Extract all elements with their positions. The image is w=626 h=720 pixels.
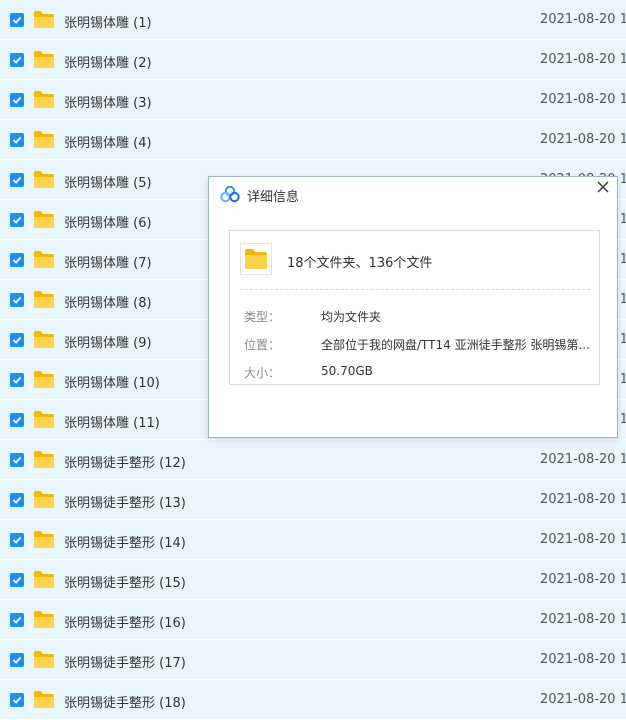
file-row[interactable]: 张明锡徒手整形 (17) 2021-08-20 10: (0, 640, 626, 680)
file-name[interactable]: 张明锡徒手整形 (15) (64, 572, 186, 591)
folder-icon (34, 531, 54, 548)
file-name[interactable]: 张明锡徒手整形 (16) (64, 612, 186, 631)
folder-icon (34, 171, 54, 188)
folder-icon (34, 291, 54, 308)
file-row[interactable]: 张明锡徒手整形 (13) 2021-08-20 10: (0, 480, 626, 520)
baidu-netdisk-logo-icon (220, 185, 240, 203)
file-row[interactable]: 张明锡体雕 (3) 2021-08-20 10: (0, 80, 626, 120)
file-row[interactable]: 张明锡体雕 (2) 2021-08-20 10: (0, 40, 626, 80)
file-name[interactable]: 张明锡体雕 (1) (64, 12, 152, 31)
details-card: 18个文件夹、136个文件 类型： 均为文件夹 位置： 全部位于我的网盘/TT1… (229, 230, 600, 385)
folder-icon (34, 251, 54, 268)
file-name[interactable]: 张明锡体雕 (2) (64, 52, 152, 71)
file-row[interactable]: 张明锡徒手整形 (12) 2021-08-20 10: (0, 440, 626, 480)
file-row[interactable]: 张明锡徒手整形 (14) 2021-08-20 10: (0, 520, 626, 560)
folder-icon (34, 331, 54, 348)
modified-date: 2021-08-20 10: (540, 652, 626, 667)
row-checkbox[interactable] (10, 373, 24, 387)
location-value: 全部位于我的网盘/TT14 亚洲徒手整形 张明锡第... (321, 338, 590, 352)
row-checkbox[interactable] (10, 333, 24, 347)
row-checkbox[interactable] (10, 453, 24, 467)
folder-icon (34, 451, 54, 468)
folder-icon (34, 51, 54, 68)
file-name[interactable]: 张明锡徒手整形 (17) (64, 652, 186, 671)
file-name[interactable]: 张明锡体雕 (9) (64, 332, 152, 351)
file-name[interactable]: 张明锡体雕 (6) (64, 212, 152, 231)
file-row[interactable]: 张明锡徒手整形 (16) 2021-08-20 10: (0, 600, 626, 640)
file-name[interactable]: 张明锡体雕 (3) (64, 92, 152, 111)
file-row[interactable]: 张明锡体雕 (4) 2021-08-20 10: (0, 120, 626, 160)
close-icon[interactable] (596, 180, 610, 194)
row-checkbox[interactable] (10, 173, 24, 187)
row-checkbox[interactable] (10, 93, 24, 107)
file-name[interactable]: 张明锡体雕 (5) (64, 172, 152, 191)
folder-icon (240, 243, 272, 275)
modified-date: 2021-08-20 10: (540, 92, 626, 107)
type-label: 类型： (244, 310, 281, 324)
file-row[interactable]: 张明锡徒手整形 (18) 2021-08-20 10: (0, 680, 626, 720)
folder-icon (34, 11, 54, 28)
row-checkbox[interactable] (10, 293, 24, 307)
modified-date: 2021-08-20 10: (540, 132, 626, 147)
folder-icon (34, 571, 54, 588)
file-row[interactable]: 张明锡体雕 (1) 2021-08-20 10: (0, 0, 626, 40)
file-name[interactable]: 张明锡体雕 (8) (64, 292, 152, 311)
modified-date: 2021-08-20 10: (540, 12, 626, 27)
row-checkbox[interactable] (10, 413, 24, 427)
row-checkbox[interactable] (10, 573, 24, 587)
row-checkbox[interactable] (10, 653, 24, 667)
details-dialog: 详细信息 18个文件夹、136个文件 类型： 均为文件夹 位置： 全部位于我的网… (208, 176, 618, 438)
file-name[interactable]: 张明锡体雕 (4) (64, 132, 152, 151)
location-label: 位置： (244, 338, 281, 352)
folder-icon (34, 491, 54, 508)
file-name[interactable]: 张明锡徒手整形 (14) (64, 532, 186, 551)
file-name[interactable]: 张明锡徒手整形 (13) (64, 492, 186, 511)
folder-icon (34, 211, 54, 228)
row-checkbox[interactable] (10, 53, 24, 67)
row-checkbox[interactable] (10, 613, 24, 627)
row-checkbox[interactable] (10, 493, 24, 507)
file-name[interactable]: 张明锡体雕 (11) (64, 412, 160, 431)
file-name[interactable]: 张明锡体雕 (10) (64, 372, 160, 391)
row-checkbox[interactable] (10, 213, 24, 227)
folder-icon (34, 691, 54, 708)
file-row[interactable]: 张明锡徒手整形 (15) 2021-08-20 10: (0, 560, 626, 600)
folder-icon (34, 411, 54, 428)
modified-date: 2021-08-20 10: (540, 452, 626, 467)
folder-icon (34, 371, 54, 388)
folder-icon (34, 651, 54, 668)
row-checkbox[interactable] (10, 693, 24, 707)
size-value: 50.70GB (321, 364, 373, 378)
divider (240, 289, 590, 290)
modified-date: 2021-08-20 10: (540, 492, 626, 507)
modified-date: 2021-08-20 10: (540, 532, 626, 547)
row-checkbox[interactable] (10, 533, 24, 547)
file-name[interactable]: 张明锡体雕 (7) (64, 252, 152, 271)
file-name[interactable]: 张明锡徒手整形 (12) (64, 452, 186, 471)
folder-icon (34, 131, 54, 148)
modified-date: 2021-08-20 10: (540, 572, 626, 587)
dialog-title: 详细信息 (247, 190, 300, 205)
modified-date: 2021-08-20 10: (540, 52, 626, 67)
folder-icon (34, 611, 54, 628)
row-checkbox[interactable] (10, 253, 24, 267)
row-checkbox[interactable] (10, 133, 24, 147)
modified-date: 2021-08-20 10: (540, 692, 626, 707)
modified-date: 2021-08-20 10: (540, 612, 626, 627)
folder-icon (34, 91, 54, 108)
type-value: 均为文件夹 (321, 310, 382, 324)
row-checkbox[interactable] (10, 13, 24, 27)
selection-summary: 18个文件夹、136个文件 (287, 256, 433, 271)
size-label: 大小： (244, 366, 281, 380)
file-name[interactable]: 张明锡徒手整形 (18) (64, 692, 186, 711)
